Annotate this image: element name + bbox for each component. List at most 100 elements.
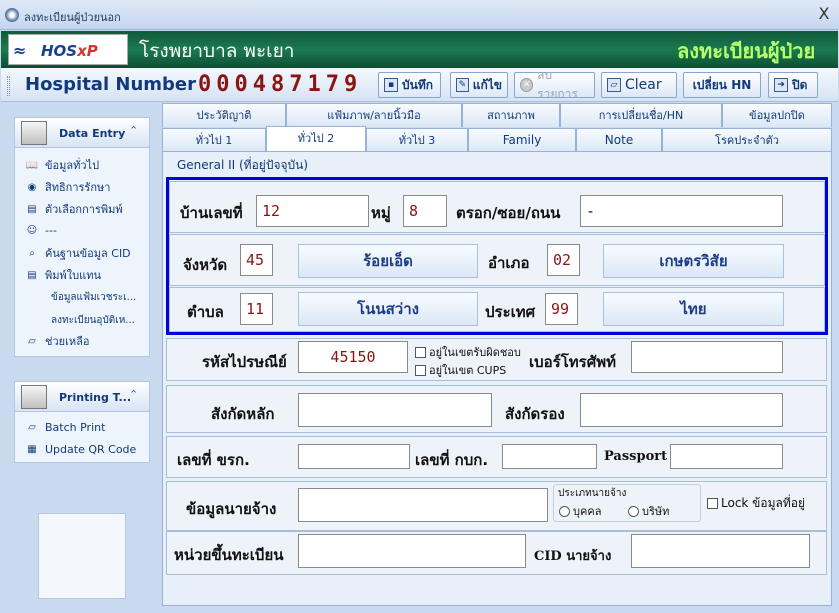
app-icon [5,8,19,22]
clear-button[interactable]: ▱ Clear [601,72,677,98]
window-title: ลงทะเบียนผู้ป่วยนอก [24,11,121,24]
sub-affil-label: สังกัดรอง [505,405,565,423]
person-radio-dot[interactable] [559,505,570,517]
change-hn-button[interactable]: เปลี่ยน HN [683,72,761,98]
civil-no-input[interactable] [298,444,410,469]
toolbar: Hospital Number 000487179 ▪ บันทึก ✎ แก้ไข… [1,68,838,102]
company-radio[interactable]: บริษัท [628,502,669,520]
edit-button[interactable]: ✎ แก้ไข [450,72,508,98]
nav-item-batch-print[interactable]: ▱ Batch Print [25,417,105,437]
kbk-no-label: เลขที่ กบก. [415,451,489,469]
main-affil-label: สังกัดหลัก [211,405,275,423]
tab-general-2[interactable]: ทั่วไป 2 [266,126,366,152]
group-caption: General II (ที่อยู่ปัจจุบัน) [177,158,309,172]
save-button[interactable]: ▪ บันทึก [378,72,441,98]
tab-family[interactable]: Family [468,128,576,152]
printer-icon [21,385,47,409]
nav-item-print-options[interactable]: ▤ ตัวเลือกการพิมพ์ [25,199,122,219]
sub-affil-input[interactable] [580,393,783,427]
in-area-checkbox[interactable]: อยู่ในเขตรับผิดชอบ [415,343,521,361]
qr-code-icon: ▦ [27,443,37,455]
nav-item-medical-file[interactable]: ข้อมูลแฟ้มเวชระเ... [51,287,136,307]
floppy-icon: ▪ [384,78,398,92]
chevron-up-icon[interactable]: ⌃ [129,124,138,137]
nav-item-reprint[interactable]: ▤ พิมพ์ใบแทน [25,265,101,285]
tab-chronic-disease[interactable]: โรคประจำตัว [662,128,832,152]
delete-icon: ✕ [520,78,534,92]
nav-item-accident-reg[interactable]: ลงทะเบียนอุบัติเห... [51,310,135,330]
tab-general-3[interactable]: ทั่วไป 3 [366,128,468,152]
toolbar-grip[interactable] [7,76,10,96]
nav-item-help[interactable]: ▱ ช่วยเหลือ [25,331,89,351]
address-highlight-frame [166,177,828,335]
user-card-icon [21,121,47,145]
exit-icon: ➜ [774,78,788,92]
phone-label: เบอร์โทรศัพท์ [529,353,617,371]
nav-item-update-qr[interactable]: ▦ Update QR Code [25,439,136,459]
main-affil-input[interactable] [298,393,492,427]
hospital-name: โรงพยาบาล พะเยา [139,40,295,62]
reg-unit-label: หน่วยขึ้นทะเบียน [174,546,284,564]
book-icon: 📖 [25,159,39,171]
in-cups-checkbox[interactable]: อยู่ในเขต CUPS [415,361,506,379]
postcode-input[interactable]: 45150 [298,341,408,373]
app-header: ≈ HOSxP โรงพยาบาล พะเยา ลงทะเบียนผู้ป่วย [1,31,838,68]
lock-address-box[interactable] [707,498,718,509]
passport-input[interactable] [670,444,783,469]
employer-cid-input[interactable] [631,534,810,568]
nav-item-separator[interactable]: ☺ --- [25,220,57,240]
hn-value: 000487179 [198,72,363,97]
tab-photo-fingerprint[interactable]: แฟ้มภาพ/ลายนิ้วมือ [286,103,462,127]
employer-cid-label: CID นายจ้าง [534,549,612,564]
nav-item-rights[interactable]: ◉ สิทธิการรักษา [25,177,111,197]
phone-input[interactable] [631,341,783,373]
data-entry-panel: Data Entry ⌃ 📖 ข้อมูลทั่วไป ◉ สิทธิการรักษ… [14,117,150,357]
printer-icon: ▤ [27,269,37,281]
employer-label: ข้อมูลนายจ้าง [186,500,277,518]
employer-type-label: ประเภทนายจ้าง [558,488,627,499]
tab-note[interactable]: Note [576,128,662,152]
company-radio-dot[interactable] [628,505,639,517]
help-icon: ▱ [28,335,36,347]
hosxp-logo: ≈ HOSxP [8,34,128,65]
tab-status[interactable]: สถานภาพ [462,103,560,127]
chevron-up-icon[interactable]: ⌃ [129,388,138,401]
clear-icon: ▱ [607,78,621,92]
printing-panel: Printing T... ⌃ ▱ Batch Print ▦ Update QR … [14,381,150,463]
printer-icon: ▤ [27,203,37,215]
batch-print-icon: ▱ [28,421,36,433]
page-title: ลงทะเบียนผู้ป่วย [677,39,816,63]
search-db-icon: ⌕ [29,247,35,259]
data-entry-title: Data Entry [59,127,126,140]
pencil-icon: ✎ [456,78,469,92]
data-entry-header[interactable]: Data Entry ⌃ [15,118,149,148]
tab-name-change[interactable]: การเปลี่ยนชื่อ/HN [560,103,722,127]
printing-header[interactable]: Printing T... ⌃ [15,382,149,412]
printing-title: Printing T... [59,391,132,404]
passport-label: Passport [604,449,668,464]
tab-relatives[interactable]: ประวัติญาติ [162,103,286,127]
close-button[interactable]: ➜ ปิด [768,72,818,98]
photo-placeholder [38,513,126,599]
nav-item-general[interactable]: 📖 ข้อมูลทั่วไป [25,155,99,175]
lock-address-checkbox[interactable]: Lock ข้อมูลที่อยู่ [707,494,805,513]
postcode-label: รหัสไปรษณีย์ [202,353,287,371]
in-area-box[interactable] [415,346,426,358]
logo-wave-icon: ≈ [13,41,27,60]
tab-general-1[interactable]: ทั่วไป 1 [162,128,266,152]
civil-no-label: เลขที่ ขรก. [177,451,250,469]
reg-unit-input[interactable] [298,534,526,568]
delete-button[interactable]: ✕ ลบรายการ [514,68,595,101]
nav-item-cid-search[interactable]: ⌕ ค้นฐานข้อมูล CID [25,243,130,263]
logo-text: HOSxP [41,42,98,60]
tab-confidential[interactable]: ข้อมูลปกปิด [722,103,832,127]
hn-label: Hospital Number [25,74,196,95]
kbk-no-input[interactable] [502,444,597,469]
employer-input[interactable] [298,488,548,522]
globe-icon: ◉ [27,181,37,193]
users-icon: ☺ [26,224,38,236]
person-radio[interactable]: บุคคล [559,502,601,520]
window-close-button[interactable]: X [815,5,833,23]
in-cups-box[interactable] [415,364,426,376]
window-titlebar: ลงทะเบียนผู้ป่วยนอก X [0,0,839,30]
